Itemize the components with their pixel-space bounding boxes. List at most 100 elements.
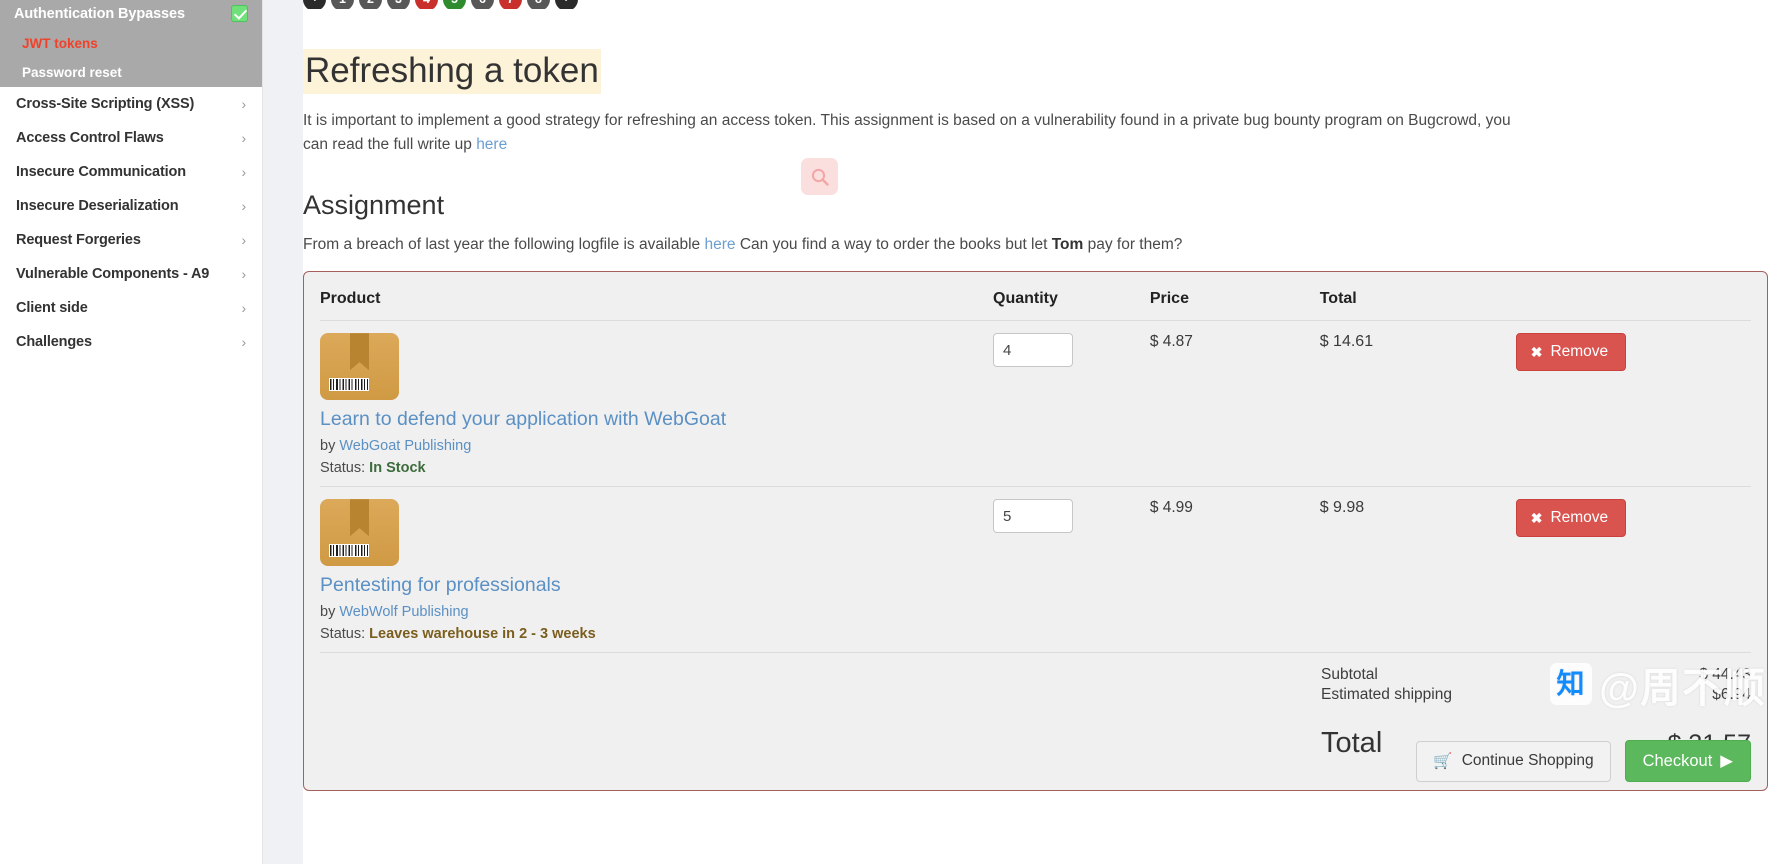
pagination-next-button[interactable]: ›	[555, 0, 578, 9]
sidebar-item-label: Vulnerable Components - A9	[16, 266, 210, 282]
product-status: Status: In Stock	[320, 460, 993, 476]
continue-shopping-label: Continue Shopping	[1461, 752, 1594, 770]
close-x-icon: ✖	[1530, 343, 1543, 360]
box-ribbon-shape	[350, 333, 369, 371]
assignment-text-1: From a breach of last year the following…	[303, 236, 705, 254]
sidebar-item-jwt-tokens[interactable]: JWT tokens	[0, 29, 262, 58]
pagination-page-1[interactable]: 1	[331, 0, 354, 9]
play-arrow-icon: ▶	[1720, 752, 1733, 771]
sidebar-item-label: Insecure Deserialization	[16, 198, 179, 214]
pagination-page-4[interactable]: 4	[415, 0, 438, 9]
cart-action-buttons: 🛒 Continue Shopping Checkout ▶	[1416, 740, 1751, 783]
assignment-text-2: Can you find a way to order the books bu…	[735, 236, 1052, 254]
sidebar-item-label: Password reset	[22, 65, 122, 80]
sidebar-item-label: JWT tokens	[22, 36, 98, 51]
quantity-input[interactable]	[993, 499, 1074, 534]
assignment-text-3: pay for them?	[1083, 236, 1183, 254]
lesson-intro-paragraph: It is important to implement a good stra…	[303, 109, 1533, 157]
product-name-link[interactable]: Pentesting for professionals	[320, 574, 993, 597]
cart-table-body: Learn to defend your application with We…	[320, 320, 1751, 654]
sidebar-item-cross-site-scripting[interactable]: Cross-Site Scripting (XSS) ›	[0, 87, 262, 121]
publisher-link[interactable]: WebWolf Publishing	[339, 604, 468, 620]
grand-total-label: Total	[1321, 727, 1383, 760]
sidebar-item-insecure-deserialization[interactable]: Insecure Deserialization ›	[0, 189, 262, 223]
search-icon[interactable]	[801, 158, 838, 195]
column-header-quantity: Quantity	[993, 284, 1150, 322]
cart-cell-total: $ 14.61	[1319, 320, 1516, 488]
subtotal-value: $ 44.43	[1699, 666, 1751, 684]
pagination-page-8[interactable]: 8	[527, 0, 550, 9]
chevron-right-icon: ›	[241, 266, 246, 282]
sidebar-item-client-side[interactable]: Client side ›	[0, 291, 262, 325]
cart-cell-product: Pentesting for professionals by WebWolf …	[320, 486, 994, 654]
chevron-right-icon: ›	[241, 96, 246, 112]
column-header-price: Price	[1149, 284, 1320, 322]
chevron-right-icon: ›	[241, 232, 246, 248]
page-root: Authentication Bypasses JWT tokens Passw…	[0, 0, 1790, 864]
pagination-page-5[interactable]: 5	[443, 0, 466, 9]
product-status: Status: Leaves warehouse in 2 - 3 weeks	[320, 626, 993, 642]
product-publisher: by WebWolf Publishing	[320, 604, 993, 620]
product-name-link[interactable]: Learn to defend your application with We…	[320, 408, 993, 431]
product-publisher: by WebGoat Publishing	[320, 438, 993, 454]
remove-button-label: Remove	[1550, 343, 1609, 361]
assignment-user-name: Tom	[1051, 236, 1084, 254]
sidebar-item-request-forgeries[interactable]: Request Forgeries ›	[0, 223, 262, 257]
assignment-here-link[interactable]: here	[704, 236, 735, 253]
pagination-page-7[interactable]: 7	[499, 0, 522, 9]
sidebar-item-access-control-flaws[interactable]: Access Control Flaws ›	[0, 121, 262, 155]
status-label: Status:	[320, 626, 370, 643]
checkout-button[interactable]: Checkout ▶	[1624, 740, 1751, 783]
lesson-pagination[interactable]: ‹ 1 2 3 4 5 6 7 8 ›	[303, 0, 1768, 9]
sidebar-item-insecure-communication[interactable]: Insecure Communication ›	[0, 155, 262, 189]
sidebar-item-label: Request Forgeries	[16, 232, 141, 248]
sidebar-item-password-reset[interactable]: Password reset	[0, 58, 262, 87]
cart-cell-product: Learn to defend your application with We…	[320, 320, 994, 488]
chevron-right-icon: ›	[241, 130, 246, 146]
remove-button[interactable]: ✖ Remove	[1515, 499, 1627, 538]
column-header-total: Total	[1319, 284, 1516, 322]
pagination-page-6[interactable]: 6	[471, 0, 494, 9]
quantity-input[interactable]	[993, 333, 1074, 368]
sidebar-item-challenges[interactable]: Challenges ›	[0, 325, 262, 359]
cart-cell-quantity	[993, 320, 1150, 488]
shipping-value: $6.94	[1712, 686, 1751, 704]
shopping-cart-panel: Product Quantity Price Total Learn to de…	[303, 271, 1768, 792]
continue-shopping-button[interactable]: 🛒 Continue Shopping	[1416, 740, 1611, 782]
sidebar-group-header[interactable]: Authentication Bypasses	[0, 0, 262, 29]
check-badge-icon	[231, 5, 248, 22]
package-box-icon	[320, 499, 399, 567]
cart-cell-price: $ 4.99	[1149, 486, 1320, 654]
publisher-link[interactable]: WebGoat Publishing	[339, 438, 471, 454]
status-badge: Leaves warehouse in 2 - 3 weeks	[369, 626, 596, 643]
subtotal-label: Subtotal	[1321, 666, 1378, 684]
remove-button[interactable]: ✖ Remove	[1515, 333, 1627, 372]
pagination-prev-button[interactable]: ‹	[303, 0, 326, 9]
column-header-product: Product	[320, 284, 994, 322]
barcode-icon	[329, 544, 369, 558]
checkout-label: Checkout	[1642, 751, 1713, 770]
barcode-icon	[329, 378, 369, 392]
cart-table-head: Product Quantity Price Total	[320, 284, 1751, 322]
lesson-content: ‹ 1 2 3 4 5 6 7 8 › Refreshing a token I…	[303, 0, 1790, 792]
chevron-right-icon: ›	[241, 334, 246, 350]
box-ribbon-shape	[350, 499, 369, 537]
pagination-page-2[interactable]: 2	[359, 0, 382, 9]
shopping-cart-icon: 🛒	[1433, 752, 1453, 770]
sidebar-group-authentication-bypasses[interactable]: Authentication Bypasses JWT tokens Passw…	[0, 0, 262, 87]
intro-here-link[interactable]: here	[476, 136, 507, 153]
cart-cell-actions: ✖ Remove	[1515, 320, 1751, 488]
sidebar-group-label: Authentication Bypasses	[14, 5, 185, 22]
sidebar: Authentication Bypasses JWT tokens Passw…	[0, 0, 263, 864]
content-gutter	[263, 0, 303, 864]
sidebar-item-label: Challenges	[16, 334, 92, 350]
sidebar-item-label: Access Control Flaws	[16, 130, 164, 146]
assignment-paragraph: From a breach of last year the following…	[303, 236, 1768, 254]
status-label: Status:	[320, 460, 370, 477]
sidebar-item-vulnerable-components[interactable]: Vulnerable Components - A9 ›	[0, 257, 262, 291]
by-label: by	[320, 604, 340, 621]
pagination-page-3[interactable]: 3	[387, 0, 410, 9]
cart-cell-price: $ 4.87	[1149, 320, 1320, 488]
page-title: Refreshing a token	[303, 49, 601, 95]
sidebar-item-label: Insecure Communication	[16, 164, 186, 180]
